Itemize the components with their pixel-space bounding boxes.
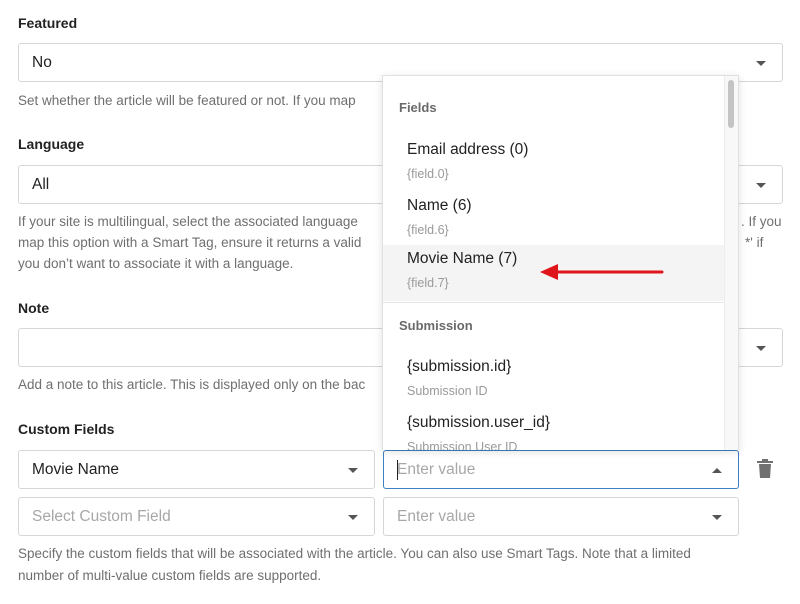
option-name: {submission.user_id} — [407, 414, 551, 431]
trash-icon[interactable] — [757, 459, 773, 478]
featured-help: Set whether the article will be featured… — [18, 93, 356, 108]
custom-field-select-2[interactable]: Select Custom Field — [18, 497, 375, 536]
option-submission-user-id[interactable]: {submission.user_id} Submission User ID — [383, 409, 725, 450]
option-tag: Submission ID — [407, 384, 488, 398]
custom-fields-help-line2: number of multi-value custom fields are … — [18, 568, 322, 583]
group-title-fields: Fields — [399, 100, 437, 115]
value-placeholder-1: Enter value — [397, 461, 476, 478]
language-label: Language — [18, 136, 85, 152]
annotation-arrow-icon — [540, 264, 664, 280]
option-tag: {field.6} — [407, 223, 449, 237]
option-name: Movie Name (7) — [407, 250, 518, 267]
option-name: Name (6) — [407, 197, 472, 214]
chevron-down-icon — [712, 515, 722, 520]
dropdown-scrollbar[interactable] — [724, 76, 738, 450]
language-help-right2: *' if — [745, 235, 764, 250]
scrollbar-thumb[interactable] — [728, 80, 734, 128]
language-help-right1: . If you — [741, 214, 782, 229]
option-name: {submission.id} — [407, 358, 512, 375]
chevron-down-icon — [348, 515, 358, 520]
value-placeholder-2: Enter value — [397, 508, 476, 525]
option-tag: {field.0} — [407, 167, 449, 181]
language-value: All — [32, 176, 50, 193]
language-help-line2: map this option with a Smart Tag, ensure… — [18, 235, 362, 250]
chevron-down-icon — [756, 183, 766, 188]
language-help-line3: you don’t want to associate it with a la… — [18, 256, 294, 271]
chevron-up-icon — [712, 468, 722, 473]
option-name: Email address (0) — [407, 141, 529, 158]
group-divider — [383, 302, 725, 303]
custom-fields-help-line1: Specify the custom fields that will be a… — [18, 546, 691, 561]
chevron-down-icon — [348, 468, 358, 473]
option-tag: Submission User ID — [407, 440, 518, 450]
chevron-down-icon — [756, 61, 766, 66]
group-title-submission: Submission — [399, 318, 473, 333]
custom-field-value-input-2[interactable]: Enter value — [383, 497, 739, 536]
option-email-address[interactable]: Email address (0) {field.0} — [383, 136, 725, 192]
language-help-line1: If your site is multilingual, select the… — [18, 214, 358, 229]
option-submission-id[interactable]: {submission.id} Submission ID — [383, 353, 725, 409]
custom-field-value-input-1[interactable]: Enter value — [383, 450, 739, 489]
custom-fields-label: Custom Fields — [18, 421, 115, 437]
custom-field-value-1: Movie Name — [32, 461, 119, 478]
note-label: Note — [18, 300, 50, 316]
custom-field-select-1[interactable]: Movie Name — [18, 450, 375, 489]
custom-field-placeholder-2: Select Custom Field — [32, 508, 171, 525]
featured-value: No — [32, 54, 52, 71]
chevron-down-icon — [756, 346, 766, 351]
option-name-field[interactable]: Name (6) {field.6} — [383, 192, 725, 248]
featured-label: Featured — [18, 15, 78, 31]
option-tag: {field.7} — [407, 276, 449, 290]
note-help: Add a note to this article. This is disp… — [18, 377, 366, 392]
